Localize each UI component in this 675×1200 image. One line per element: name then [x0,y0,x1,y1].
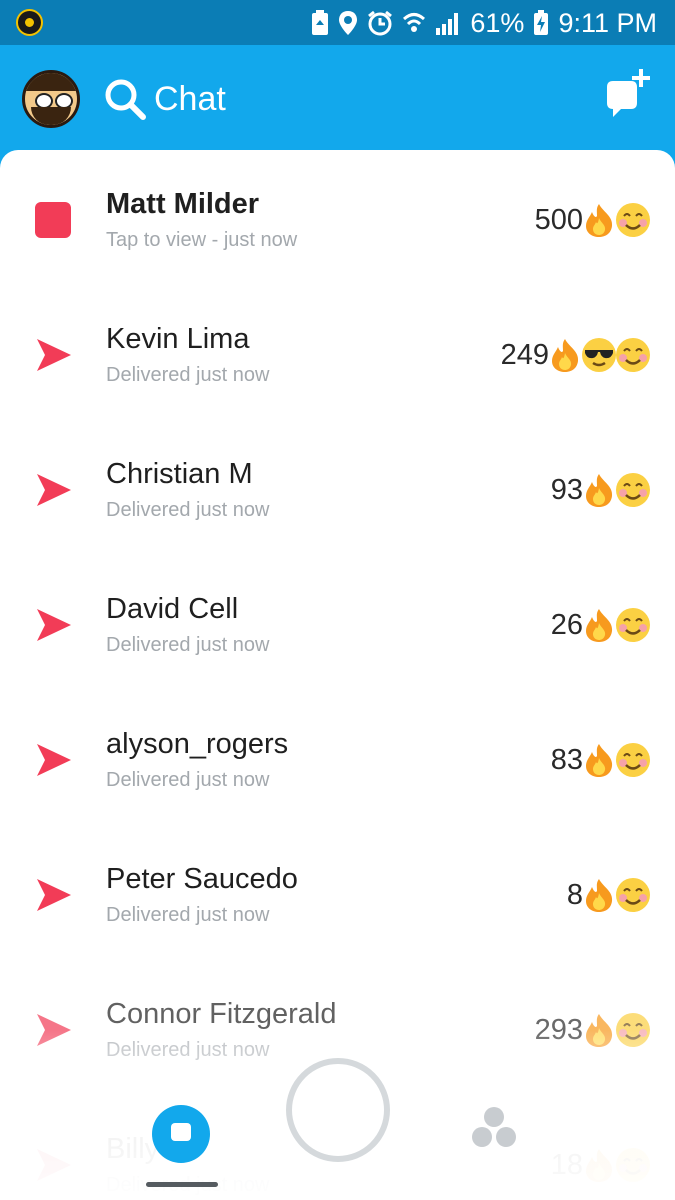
sent-arrow-icon [37,1149,71,1181]
smiling-face-emoji [616,608,650,642]
chat-status: Delivered just now [106,769,270,791]
chat-list: Matt Milder Tap to view - just now 500 Kevi… [0,150,675,1200]
sent-arrow-icon [37,339,71,371]
chat-row[interactable]: alyson_rogers Delivered just now 83 [0,690,675,825]
chat-name: Billy [106,1133,160,1165]
fire-emoji [586,609,613,642]
alarm-icon [368,10,393,36]
status-icons: 61% 9:11 PM [311,5,657,41]
chat-status: Delivered just now [106,904,270,926]
smiling-face-emoji [616,1013,650,1047]
streak-number: 18 [550,1148,583,1181]
fire-emoji [586,204,613,237]
smiling-face-emoji [616,473,650,507]
sent-arrow-icon [37,1014,71,1046]
streak-count: 249 [501,337,651,373]
chat-status: Tap to view - just now [106,229,298,251]
sent-arrow-icon [37,474,71,506]
sunglasses-emoji [582,338,616,372]
streak-number: 249 [500,338,549,371]
chat-name: Connor Fitzgerald [106,998,337,1030]
chat-name: alyson_rogers [106,728,289,760]
capture-button[interactable] [286,1058,390,1162]
wifi-icon [403,13,426,32]
clock: 9:11 PM [558,7,657,38]
recycle-battery-icon [312,10,329,35]
sent-arrow-icon [37,879,71,911]
chat-status: Delivered just now [106,499,270,521]
smiling-face-emoji [616,878,650,912]
streak-number: 83 [550,743,583,776]
chat-row[interactable]: Peter Saucedo Delivered just now 8 [0,825,675,960]
battery-charging-icon [534,10,549,35]
stories-nav-icon[interactable] [470,1105,518,1153]
header: Chat [0,45,675,155]
chat-nav-icon[interactable] [152,1105,210,1163]
chat-status: Delivered just now [106,634,270,656]
chat-name: David Cell [106,593,239,625]
streak-count: 500 [535,202,651,238]
sent-arrow-icon [37,744,71,776]
sent-arrow-icon [37,609,71,641]
fire-emoji [586,474,613,507]
fire-emoji [586,1014,613,1047]
signal-icon [436,13,459,35]
streak-count: 8 [567,877,651,913]
battery-percent: 61% [470,7,525,38]
page-title[interactable]: Chat [154,79,226,119]
streak-count: 18 [551,1147,651,1183]
smiling-face-emoji [616,1148,650,1182]
fire-emoji [586,1149,613,1182]
fire-emoji [586,879,613,912]
streak-number: 500 [534,203,583,236]
smiling-face-emoji [616,338,650,372]
smiling-face-emoji [616,203,650,237]
chat-status: Delivered just now [106,1039,270,1061]
chat-row[interactable]: Kevin Lima Delivered just now 249 [0,285,675,420]
search-icon[interactable] [104,78,146,120]
fire-emoji [586,744,613,777]
chat-row[interactable]: Christian M Delivered just now 93 [0,420,675,555]
status-bar: 61% 9:11 PM [0,0,675,45]
chat-row[interactable]: Matt Milder Tap to view - just now 500 [0,150,675,285]
fire-emoji [552,339,579,372]
chat-name: Peter Saucedo [106,863,298,895]
streak-count: 26 [551,607,651,643]
streak-number: 293 [534,1013,583,1046]
chat-name: Christian M [106,458,253,490]
streak-count: 83 [551,742,651,778]
circle-app-icon [16,9,43,36]
chat-nav-indicator [146,1182,218,1187]
chat-name: Kevin Lima [106,323,250,355]
chat-row[interactable]: David Cell Delivered just now 26 [0,555,675,690]
bitmoji-avatar[interactable] [22,70,80,128]
smiling-face-emoji [616,743,650,777]
chat-name: Matt Milder [106,188,260,220]
streak-count: 293 [535,1012,651,1048]
streak-count: 93 [551,472,651,508]
streak-number: 26 [550,608,583,641]
chat-status: Delivered just now [106,364,270,386]
unopened-snap-icon [35,202,71,238]
streak-number: 93 [550,473,583,506]
new-chat-icon[interactable] [603,67,651,119]
location-icon [339,11,358,35]
